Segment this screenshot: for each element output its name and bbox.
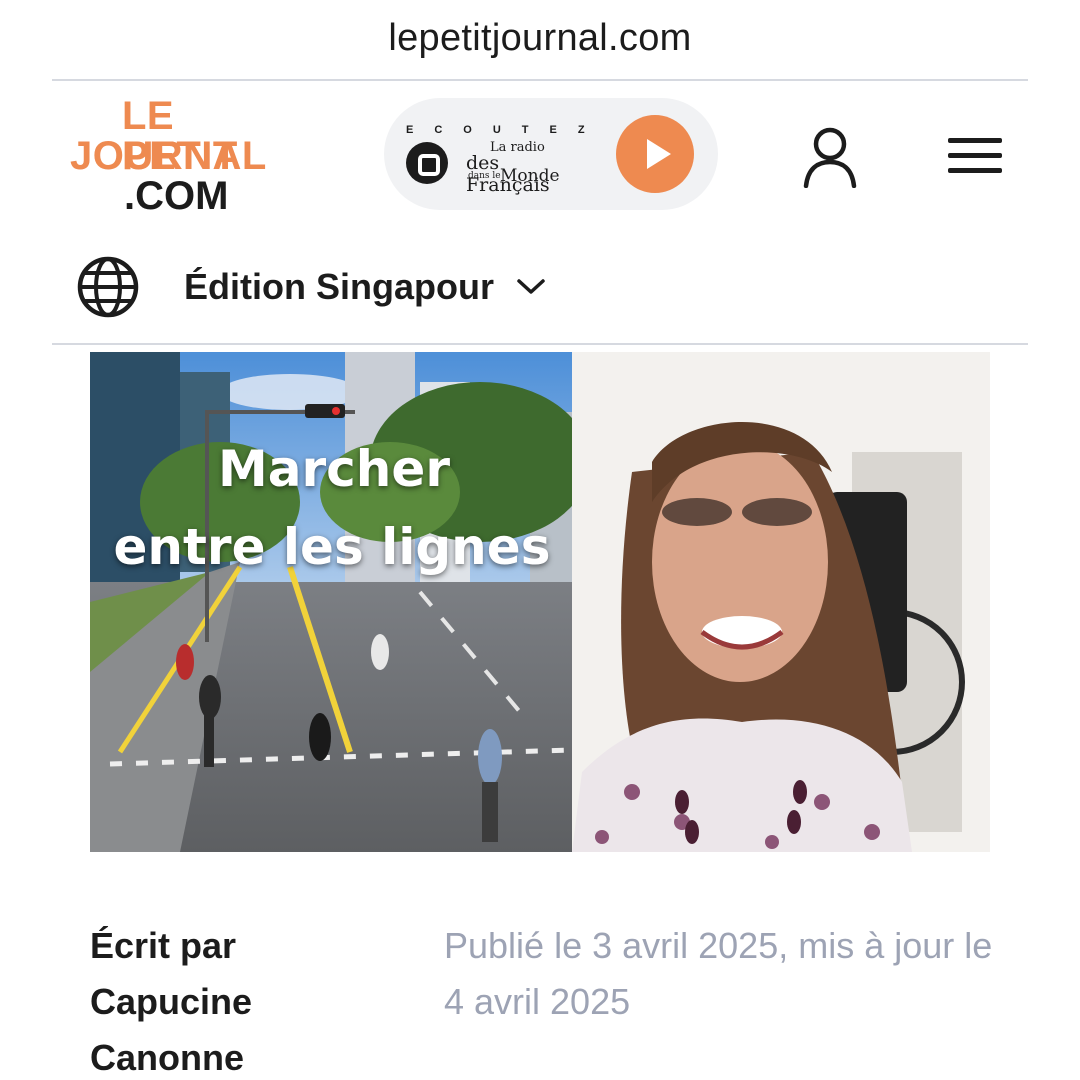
logo-line-3: .COM (124, 174, 229, 218)
article-author-block: Écrit par Capucine Canonne (90, 918, 350, 1080)
user-icon[interactable] (802, 126, 858, 188)
logo-line-2: JOURNAL (70, 134, 267, 178)
divider (52, 343, 1028, 345)
divider (52, 79, 1028, 81)
edition-label: Édition Singapour (184, 266, 494, 307)
globe-icon (77, 256, 139, 318)
radio-ecoutez-label: ECOUTEZ (406, 124, 606, 136)
radio-brand: La radio des Français dans le Monde (466, 140, 586, 196)
chevron-down-icon (517, 279, 545, 294)
radio-logo-icon (406, 142, 448, 184)
author-portrait-photo (572, 352, 990, 852)
article-hero-image[interactable]: Marcher entre les lignes (90, 352, 990, 852)
menu-icon[interactable] (948, 136, 1002, 176)
browser-url: lepetitjournal.com (388, 16, 692, 59)
written-by-label: Écrit par (90, 925, 237, 966)
author-last-name[interactable]: Canonne (90, 1030, 350, 1080)
publication-dates: Publié le 3 avril 2025, mis à jour le 4 … (444, 925, 993, 1022)
edition-selector[interactable]: Édition Singapour (76, 254, 546, 320)
site-logo[interactable]: LE PETIT JOURNAL .COM (68, 92, 298, 218)
radio-brand-dans-le: dans le (468, 171, 501, 181)
play-icon[interactable] (616, 115, 694, 193)
author-first-name[interactable]: Capucine (90, 974, 350, 1030)
radio-player[interactable]: ECOUTEZ La radio des Français dans le Mo… (384, 98, 718, 210)
street-crosswalk-photo: Marcher entre les lignes (90, 352, 572, 852)
radio-brand-monde: Monde (500, 166, 560, 186)
browser-url-bar[interactable]: lepetitjournal.com (0, 0, 1080, 80)
hero-title-line-2: entre les lignes (113, 518, 551, 576)
hero-title-line-1: Marcher (218, 440, 450, 498)
